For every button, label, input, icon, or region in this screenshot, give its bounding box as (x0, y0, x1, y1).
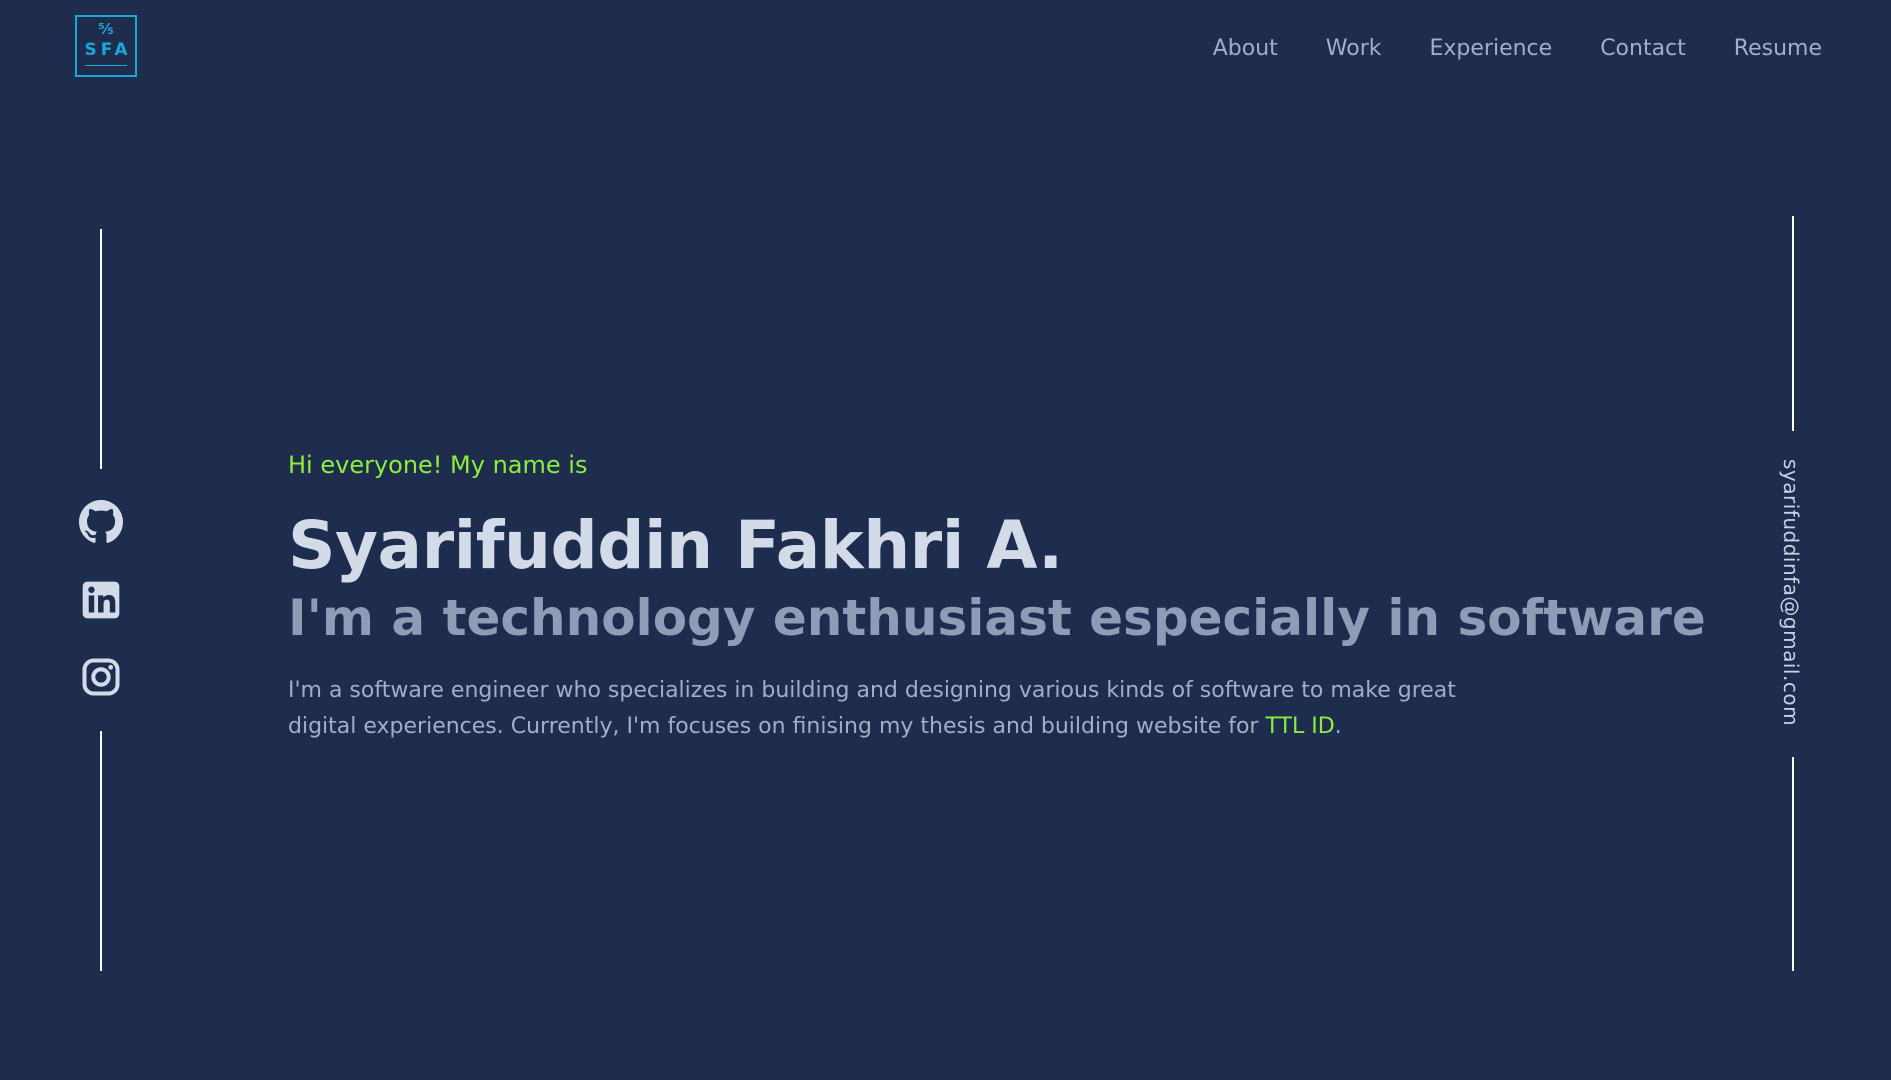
linkedin-icon (82, 581, 120, 619)
nav-work[interactable]: Work (1326, 34, 1382, 64)
nav-experience[interactable]: Experience (1430, 34, 1553, 64)
left-rail-top-line (100, 229, 102, 469)
hero-greeting: Hi everyone! My name is (288, 451, 588, 479)
logo-underline (85, 65, 127, 66)
linkedin-link[interactable] (78, 577, 124, 623)
main-nav: About Work Experience Contact Resume (1213, 34, 1822, 64)
hero-name: Syarifuddin Fakhri A. (288, 507, 1063, 584)
email-link[interactable]: syarifuddinfa@gmail.com (1779, 459, 1803, 726)
github-icon (79, 500, 123, 543)
right-rail-bottom-line (1792, 757, 1794, 971)
nav-contact[interactable]: Contact (1600, 34, 1686, 64)
nav-about[interactable]: About (1213, 34, 1278, 64)
instagram-link[interactable] (78, 654, 124, 700)
instagram-icon (82, 658, 120, 696)
hero-bio: I'm a software engineer who specializes … (288, 673, 1528, 745)
hero-bio-end: . (1334, 714, 1342, 739)
logo-mark: ⁵⁄₅ (98, 20, 114, 38)
hero-section: Hi everyone! My name is Syarifuddin Fakh… (288, 445, 1706, 745)
github-link[interactable] (78, 499, 124, 545)
page: ⁵⁄₅ SFA About Work Experience Contact Re… (0, 0, 1891, 1080)
nav-resume[interactable]: Resume (1734, 34, 1822, 64)
ttl-id-link[interactable]: TTL ID (1265, 714, 1334, 739)
logo-text: SFA (84, 40, 132, 60)
hero-tagline: I'm a technology enthusiast especially i… (288, 589, 1706, 647)
logo[interactable]: ⁵⁄₅ SFA (75, 15, 137, 77)
right-rail-top-line (1792, 216, 1794, 431)
left-rail-bottom-line (100, 731, 102, 971)
